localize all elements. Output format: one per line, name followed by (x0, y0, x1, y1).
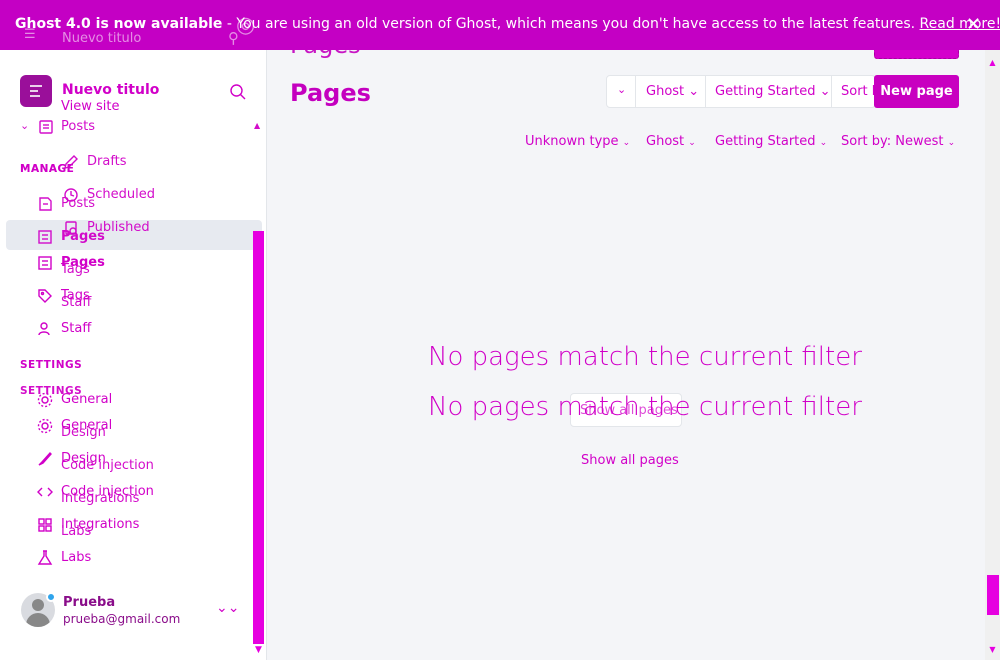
posts-icon (37, 118, 55, 136)
flask-icon (36, 549, 54, 567)
banner-site-title-ghost: Nuevo titulo (62, 31, 142, 46)
sidebar: Nuevo titulo View site ⌄ Posts ▲ Drafts … (0, 0, 267, 660)
clock-icon (62, 186, 80, 204)
scroll-down-arrow-icon[interactable]: ▼ (253, 645, 264, 657)
read-more-link[interactable]: Read more! (920, 16, 1000, 32)
user-name: Prueba (63, 595, 116, 610)
sort-filter[interactable]: Sort by: Newest ⌄ (841, 134, 955, 149)
sidebar-item-posts[interactable]: Posts (61, 119, 95, 134)
integrations-icon (36, 516, 54, 534)
sidebar-item-general[interactable]: General (61, 392, 112, 407)
author-filter-dup-label: Ghost (646, 84, 685, 99)
tag-filter-dup[interactable]: Getting Started ⌄ (715, 84, 831, 99)
gear-icon (36, 391, 54, 409)
site-title[interactable]: Nuevo titulo (62, 82, 159, 98)
gear-icon (36, 417, 54, 435)
posts-icon (36, 195, 54, 213)
chevron-down-icon: ⌄ (688, 138, 696, 148)
type-filter[interactable]: Unknown type ⌄ (525, 134, 630, 149)
pages-icon (36, 254, 54, 272)
close-icon[interactable]: ✕ (966, 14, 981, 35)
sidebar-item-labs[interactable]: Labs (61, 550, 91, 565)
chevron-down-icon: ⌄ (622, 138, 631, 148)
chevron-down-icon[interactable]: ⌄ (617, 83, 626, 96)
manage-header: MANAGE (20, 163, 75, 175)
user-email: prueba@gmail.com (63, 612, 181, 626)
update-banner: ☰ Nuevo titulo ⚲ ◎ Ghost 4.0 is now avai… (0, 0, 1000, 50)
scroll-down-arrow-icon[interactable]: ▼ (985, 645, 1000, 654)
scrollbar-thumb[interactable] (987, 575, 999, 615)
staff-icon (36, 320, 54, 338)
sidebar-subitem-scheduled[interactable]: Scheduled (87, 187, 155, 202)
scroll-up-arrow-icon[interactable]: ▲ (985, 58, 1000, 67)
new-page-button[interactable]: New page (874, 75, 959, 108)
filter-separator (831, 76, 832, 107)
empty-state-message-dup: No pages match the current filter (428, 392, 862, 422)
chevron-down-icon[interactable]: ⌄ (20, 119, 29, 132)
collapse-arrow-icon[interactable]: ▲ (254, 121, 260, 130)
banner-message: Ghost 4.0 is now available - You are usi… (15, 16, 1000, 32)
sort-filter-label: Sort by: Newest (841, 134, 944, 149)
sidebar-item-code-injection[interactable]: Code injection (61, 484, 154, 499)
status-dot (46, 592, 56, 602)
author-filter-label: Ghost (646, 134, 685, 149)
filter-separator (635, 76, 636, 107)
brush-icon (36, 450, 54, 468)
banner-text: - You are using an old version of Ghost,… (222, 16, 920, 32)
sidebar-scrollbar[interactable] (253, 231, 264, 644)
tag-filter-dup-label: Getting Started (715, 84, 816, 99)
sidebar-item-design[interactable]: Design (61, 451, 106, 466)
view-site-link[interactable]: View site (61, 99, 119, 114)
empty-state-message: No pages match the current filter (428, 342, 862, 372)
show-all-link[interactable]: Show all pages (581, 453, 679, 468)
settings-header: SETTINGS (20, 359, 83, 371)
chevron-down-icon: ⌄ (947, 138, 956, 148)
site-logo-icon[interactable] (20, 75, 52, 107)
sidebar-item-general-dup[interactable]: General (61, 418, 112, 433)
filter-bar: ⌄ Ghost ⌄ Getting Started ⌄ Sort by (606, 75, 888, 108)
main-content: Pages Pages ⌄ Ghost ⌄ Getting Started ⌄ … (268, 0, 985, 660)
code-icon (36, 483, 54, 501)
search-icon[interactable] (229, 83, 247, 101)
type-filter-label: Unknown type (525, 134, 619, 149)
tag-icon (36, 287, 54, 305)
tag-filter[interactable]: Getting Started ⌄ (715, 134, 827, 149)
filter-separator (705, 76, 706, 107)
sidebar-item-integrations[interactable]: Integrations (61, 517, 139, 532)
author-filter-dup[interactable]: Ghost ⌄ (646, 84, 699, 99)
sidebar-subitem-drafts[interactable]: Drafts (87, 154, 127, 169)
tag-filter-label: Getting Started (715, 134, 816, 149)
sidebar-item-tags[interactable]: Tags (61, 288, 90, 303)
banner-headline: Ghost 4.0 is now available (15, 16, 223, 32)
main-scrollbar[interactable]: ▲ ▼ (985, 50, 1000, 660)
sidebar-item-pages[interactable]: Pages (61, 255, 105, 270)
active-nav-highlight (6, 220, 262, 250)
sidebar-item-posts-dup[interactable]: Posts (61, 196, 95, 211)
chevron-down-icon: ⌄ (819, 138, 828, 148)
author-filter[interactable]: Ghost ⌄ (646, 134, 696, 149)
page-title: Pages (290, 79, 371, 107)
sidebar-item-staff[interactable]: Staff (61, 321, 91, 336)
chevron-down-icon[interactable]: ⌄⌄ (216, 600, 239, 616)
